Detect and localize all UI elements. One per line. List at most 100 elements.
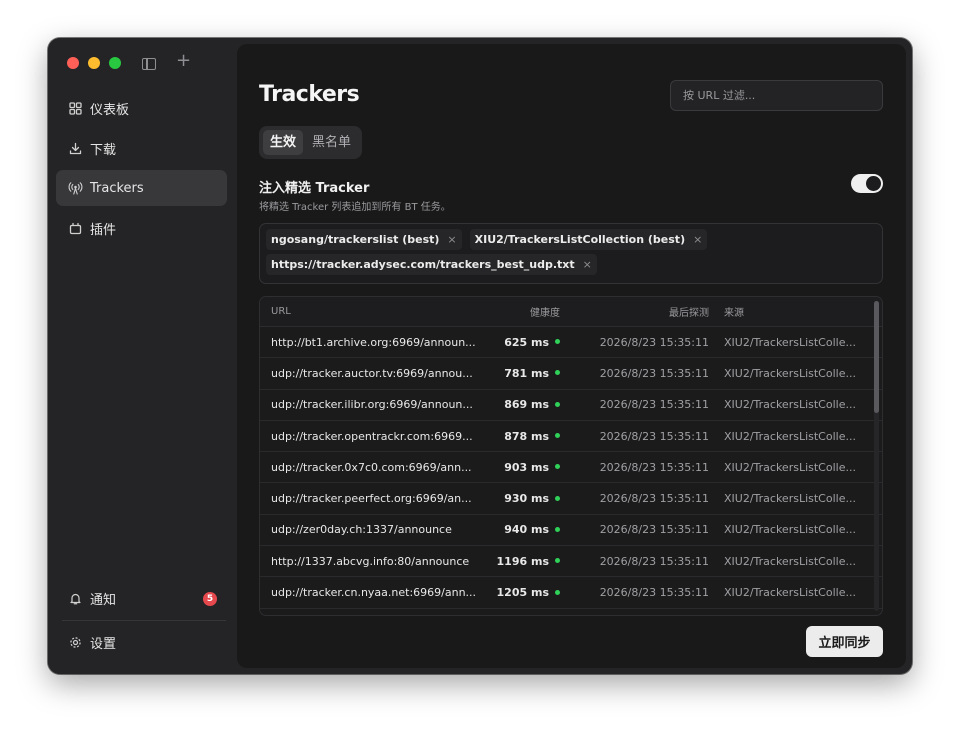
tracker-source: XIU2/TrackersListColle...: [724, 492, 856, 506]
status-dot-icon: [555, 339, 560, 345]
tracker-health: 940 ms: [480, 523, 562, 536]
table-row[interactable]: udp://zer0day.ch:1337/announce 940 ms 20…: [260, 515, 882, 547]
sidebar-item-label: 插件: [90, 222, 117, 238]
tracker-last-probe: 2026/8/23 15:35:11: [599, 523, 709, 537]
tracker-source: XIU2/TrackersListColle...: [724, 398, 856, 412]
remove-chip-icon[interactable]: ×: [583, 258, 592, 271]
table-scrollbar[interactable]: [874, 301, 879, 611]
tracker-list-chip: ngosang/trackerslist (best) ×: [266, 229, 462, 250]
tracker-last-probe: 2026/8/23 15:35:11: [599, 586, 709, 600]
page-title: Trackers: [259, 82, 360, 107]
sidebar-icon[interactable]: [142, 58, 156, 70]
table-header: URL 健康度 最后探测 来源: [260, 297, 882, 327]
table-row[interactable]: http://1337.abcvg.info:80/announce 1196 …: [260, 546, 882, 578]
tracker-list-chip: XIU2/TrackersListCollection (best) ×: [469, 229, 708, 250]
remove-chip-icon[interactable]: ×: [447, 233, 456, 246]
tracker-source: XIU2/TrackersListColle...: [724, 366, 856, 380]
tab-blacklist[interactable]: 黑名单: [305, 130, 358, 155]
sidebar-item-downloads[interactable]: 下载: [56, 130, 227, 166]
tracker-source: XIU2/TrackersListColle...: [724, 335, 856, 349]
app-window: + 仪表板 下载 Trackers 插件 通知 5 设置 Trackers 按 …: [48, 38, 912, 674]
tracker-url: udp://tracker.0x7c0.com:6969/ann...: [271, 460, 472, 474]
inject-trackers-title: 注入精选 Tracker: [259, 181, 370, 196]
trackers-table: URL 健康度 最后探测 来源 http://bt1.archive.org:6…: [259, 296, 883, 616]
table-row[interactable]: udp://tracker.0x7c0.com:6969/ann... 903 …: [260, 452, 882, 484]
tracker-last-probe: 2026/8/23 15:35:11: [599, 366, 709, 380]
sync-now-button[interactable]: 立即同步: [806, 626, 883, 657]
zoom-window-button[interactable]: [109, 57, 121, 69]
health-value: 878 ms: [504, 429, 549, 443]
url-filter-input[interactable]: [670, 80, 883, 111]
health-value: 930 ms: [504, 492, 549, 506]
tracker-url: http://1337.abcvg.info:80/announce: [271, 554, 470, 568]
tab-active[interactable]: 生效: [263, 130, 304, 155]
tracker-last-probe: 2026/8/23 15:35:11: [599, 460, 709, 474]
health-value: 625 ms: [504, 335, 549, 349]
close-window-button[interactable]: [67, 57, 79, 69]
main-panel: Trackers 生效 黑名单 注入精选 Tracker 将精选 Tracker…: [237, 44, 906, 668]
inject-trackers-toggle[interactable]: [851, 174, 883, 193]
gear-icon: [67, 636, 83, 649]
health-value: 781 ms: [504, 366, 549, 380]
table-row[interactable]: udp://tracker.peerfect.org:6969/an... 93…: [260, 483, 882, 515]
sidebar-item-settings[interactable]: 设置: [56, 624, 227, 660]
sidebar-item-label: 通知: [90, 592, 117, 608]
tracker-tabs: 生效 黑名单: [259, 126, 363, 159]
status-dot-icon: [555, 433, 560, 439]
tracker-health: 869 ms: [480, 398, 562, 411]
sidebar-divider: [62, 620, 226, 621]
tracker-url: http://bt1.archive.org:6969/announ...: [271, 335, 476, 349]
column-header-last-probe[interactable]: 最后探测: [562, 304, 709, 319]
tracker-last-probe: 2026/8/23 15:35:11: [599, 335, 709, 349]
table-row[interactable]: udp://tracker.auctor.tv:6969/annou... 78…: [260, 358, 882, 390]
sidebar-item-label: 设置: [90, 636, 117, 652]
scrollbar-thumb[interactable]: [874, 301, 879, 413]
tracker-url: udp://tracker.peerfect.org:6969/an...: [271, 492, 472, 506]
plus-icon[interactable]: +: [176, 51, 191, 71]
inject-trackers-description: 将精选 Tracker 列表追加到所有 BT 任务。: [259, 202, 451, 213]
tracker-health: 781 ms: [480, 367, 562, 380]
status-dot-icon: [555, 526, 560, 532]
tracker-health: 1205 ms: [480, 586, 562, 599]
sidebar-item-trackers[interactable]: Trackers: [56, 170, 227, 206]
tracker-source: XIU2/TrackersListColle...: [724, 586, 856, 600]
table-row[interactable]: udp://tracker.cn.nyaa.net:6969/ann... 12…: [260, 577, 882, 609]
chip-label: XIU2/TrackersListCollection (best): [474, 233, 686, 246]
health-value: 1205 ms: [496, 586, 549, 600]
chip-label: ngosang/trackerslist (best): [271, 233, 440, 246]
health-value: 1196 ms: [496, 554, 549, 568]
tracker-last-probe: 2026/8/23 15:35:11: [599, 492, 709, 506]
tracker-source: XIU2/TrackersListColle...: [724, 523, 856, 537]
window-controls: [67, 57, 121, 69]
sidebar-item-dashboard[interactable]: 仪表板: [56, 90, 227, 126]
tracker-url: udp://tracker.cn.nyaa.net:6969/ann...: [271, 586, 477, 600]
status-dot-icon: [555, 589, 560, 595]
tracker-last-probe: 2026/8/23 15:35:11: [599, 398, 709, 412]
health-value: 869 ms: [504, 398, 549, 412]
tracker-url: udp://tracker.auctor.tv:6969/annou...: [271, 366, 473, 380]
sidebar-item-label: 下载: [90, 142, 117, 158]
sidebar-item-label: Trackers: [90, 180, 144, 196]
remove-chip-icon[interactable]: ×: [693, 233, 702, 246]
column-header-health[interactable]: 健康度: [480, 304, 562, 319]
download-icon: [67, 142, 83, 155]
tracker-url: udp://zer0day.ch:1337/announce: [271, 523, 452, 537]
tracker-last-probe: 2026/8/23 15:35:11: [599, 429, 709, 443]
table-row[interactable]: udp://tracker.opentrackr.com:6969... 878…: [260, 421, 882, 453]
status-dot-icon: [555, 464, 560, 470]
sidebar-item-notifications[interactable]: 通知 5: [56, 580, 227, 616]
sidebar-item-plugins[interactable]: 插件: [56, 210, 227, 246]
health-value: 940 ms: [504, 523, 549, 537]
tracker-source: XIU2/TrackersListColle...: [724, 429, 856, 443]
sidebar-item-label: 仪表板: [90, 102, 130, 118]
table-row[interactable]: http://bt1.archive.org:6969/announ... 62…: [260, 327, 882, 359]
column-header-url[interactable]: URL: [260, 306, 480, 317]
tracker-url: udp://tracker.ilibr.org:6969/announ...: [271, 398, 473, 412]
tracker-list-chip: https://tracker.adysec.com/trackers_best…: [266, 254, 597, 275]
tracker-health: 625 ms: [480, 336, 562, 349]
minimize-window-button[interactable]: [88, 57, 100, 69]
table-row[interactable]: udp://tracker.ilibr.org:6969/announ... 8…: [260, 390, 882, 421]
status-dot-icon: [555, 401, 560, 407]
tracker-source: XIU2/TrackersListColle...: [724, 460, 856, 474]
column-header-source[interactable]: 来源: [709, 304, 869, 319]
